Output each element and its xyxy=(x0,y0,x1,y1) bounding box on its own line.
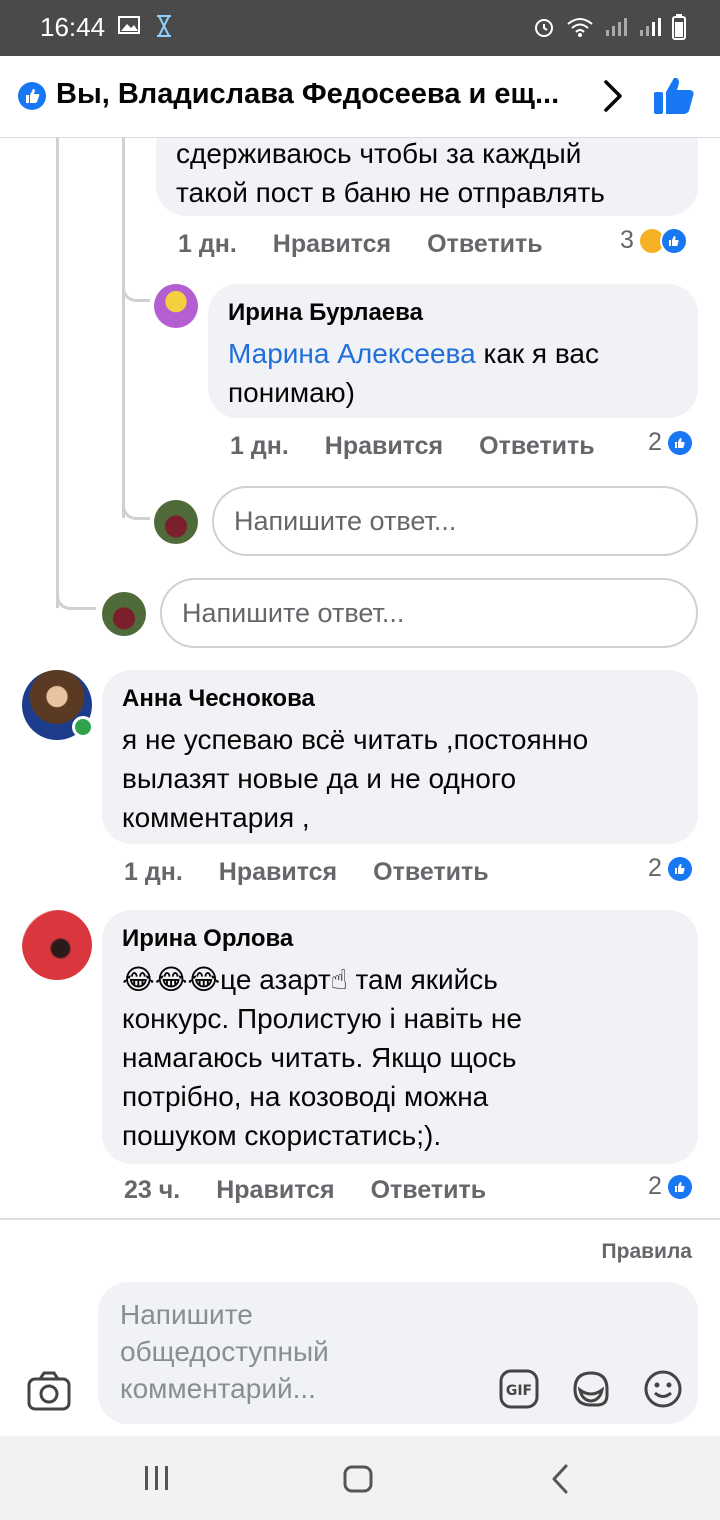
reply-input[interactable]: Напишите ответ... xyxy=(212,486,698,556)
reaction-summary[interactable]: 2 xyxy=(648,428,694,457)
comment-text: 😂😂😂це азарт☝ там якийсь конкурс. Пролист… xyxy=(122,964,522,1151)
gif-icon[interactable]: GIF xyxy=(498,1368,540,1410)
thread-elbow-inner-2 xyxy=(122,484,150,520)
comment-bubble: Ирина Бурлаева Марина Алексеева как я ва… xyxy=(208,284,698,418)
reply-input-placeholder: Напишите ответ... xyxy=(182,597,405,628)
svg-text:GIF: GIF xyxy=(506,1383,532,1399)
thread-elbow-inner-1 xyxy=(122,266,150,302)
like-badge-icon xyxy=(18,82,46,110)
like-reaction-icon xyxy=(665,854,694,883)
reaction-count: 2 xyxy=(648,1172,662,1200)
thumbs-up-icon[interactable] xyxy=(652,74,696,118)
reaction-summary[interactable]: 2 xyxy=(648,854,694,883)
rules-link[interactable]: Правила xyxy=(602,1240,692,1264)
signal-icon-2 xyxy=(640,18,661,36)
thread-line-inner xyxy=(122,138,125,518)
comment-text: сдерживаюсь чтобы за каждый такой пост в… xyxy=(176,138,605,208)
like-reaction-icon xyxy=(665,428,694,457)
like-button[interactable]: Нравится xyxy=(216,1176,334,1205)
comment-time[interactable]: 23 ч. xyxy=(124,1176,180,1205)
reply-button[interactable]: Ответить xyxy=(427,230,543,259)
like-button[interactable]: Нравится xyxy=(219,858,337,887)
wifi-icon xyxy=(567,18,593,37)
status-time: 16:44 xyxy=(40,12,106,42)
comment-composer[interactable]: Напишите общедоступный комментарий... GI… xyxy=(98,1282,698,1424)
reaction-summary[interactable]: 3 xyxy=(620,226,688,255)
sticker-icon[interactable] xyxy=(570,1368,612,1410)
hourglass-icon xyxy=(157,15,171,37)
comment-actions: 1 дн. Нравится Ответить xyxy=(178,230,543,259)
signal-icon xyxy=(606,18,627,36)
thread-elbow-outer xyxy=(56,576,96,610)
comment-author[interactable]: Ирина Бурлаева xyxy=(228,298,678,328)
comment-author[interactable]: Ирина Орлова xyxy=(122,924,678,954)
back-icon[interactable] xyxy=(548,1462,572,1496)
recent-apps-icon[interactable] xyxy=(142,1464,172,1492)
reply-button[interactable]: Ответить xyxy=(479,432,595,461)
like-button[interactable]: Нравится xyxy=(273,230,391,259)
reactors-title[interactable]: Вы, Владислава Федосеева и ещ... xyxy=(56,78,576,111)
like-button[interactable]: Нравится xyxy=(325,432,443,461)
avatar[interactable] xyxy=(22,910,92,980)
reaction-summary[interactable]: 2 xyxy=(648,1172,694,1201)
comment-actions: 1 дн. Нравится Ответить xyxy=(230,432,595,461)
comment-text: я не успеваю всё читать ,постоянно вылаз… xyxy=(122,724,589,833)
comment-actions: 1 дн. Нравится Ответить xyxy=(124,858,489,887)
status-bar: 16:44 xyxy=(0,0,720,56)
reaction-count: 3 xyxy=(620,226,634,254)
reply-input[interactable]: Напишите ответ... xyxy=(160,578,698,648)
current-user-avatar xyxy=(154,500,198,544)
compose-placeholder: Напишите общедоступный комментарий... xyxy=(120,1299,329,1404)
comments-sheet: Вы, Владислава Федосеева и ещ... сдержив… xyxy=(0,56,720,1436)
like-reaction-icon xyxy=(665,1172,694,1201)
comment-time[interactable]: 1 дн. xyxy=(230,432,289,461)
footer-divider xyxy=(0,1218,720,1220)
comment-time[interactable]: 1 дн. xyxy=(124,858,183,887)
reply-input-placeholder: Напишите ответ... xyxy=(234,505,457,536)
system-navigation-bar xyxy=(0,1436,720,1520)
reaction-count: 2 xyxy=(648,428,662,456)
like-reaction-icon xyxy=(659,226,688,255)
reactions-header[interactable]: Вы, Владислава Федосеева и ещ... xyxy=(0,56,720,138)
battery-icon xyxy=(672,14,686,40)
mention-link[interactable]: Марина Алексеева xyxy=(228,338,476,369)
comment-actions: 23 ч. Нравится Ответить xyxy=(124,1176,486,1205)
current-user-avatar xyxy=(102,592,146,636)
reply-button[interactable]: Ответить xyxy=(371,1176,487,1205)
comment-bubble: Ирина Орлова 😂😂😂це азарт☝ там якийсь кон… xyxy=(102,910,698,1164)
thread-line-outer xyxy=(56,138,59,608)
chevron-right-icon[interactable] xyxy=(598,78,628,114)
home-icon[interactable] xyxy=(342,1464,374,1494)
avatar[interactable] xyxy=(154,284,198,328)
camera-icon[interactable] xyxy=(26,1370,72,1412)
emoji-icon[interactable] xyxy=(642,1368,684,1410)
reaction-count: 2 xyxy=(648,854,662,882)
comment-time[interactable]: 1 дн. xyxy=(178,230,237,259)
alarm-icon xyxy=(535,19,553,37)
gallery-icon xyxy=(118,16,140,34)
comment-author[interactable]: Анна Чеснокова xyxy=(122,684,678,714)
online-status-dot xyxy=(72,716,94,738)
reply-button[interactable]: Ответить xyxy=(373,858,489,887)
comment-bubble: Анна Чеснокова я не успеваю всё читать ,… xyxy=(102,670,698,844)
